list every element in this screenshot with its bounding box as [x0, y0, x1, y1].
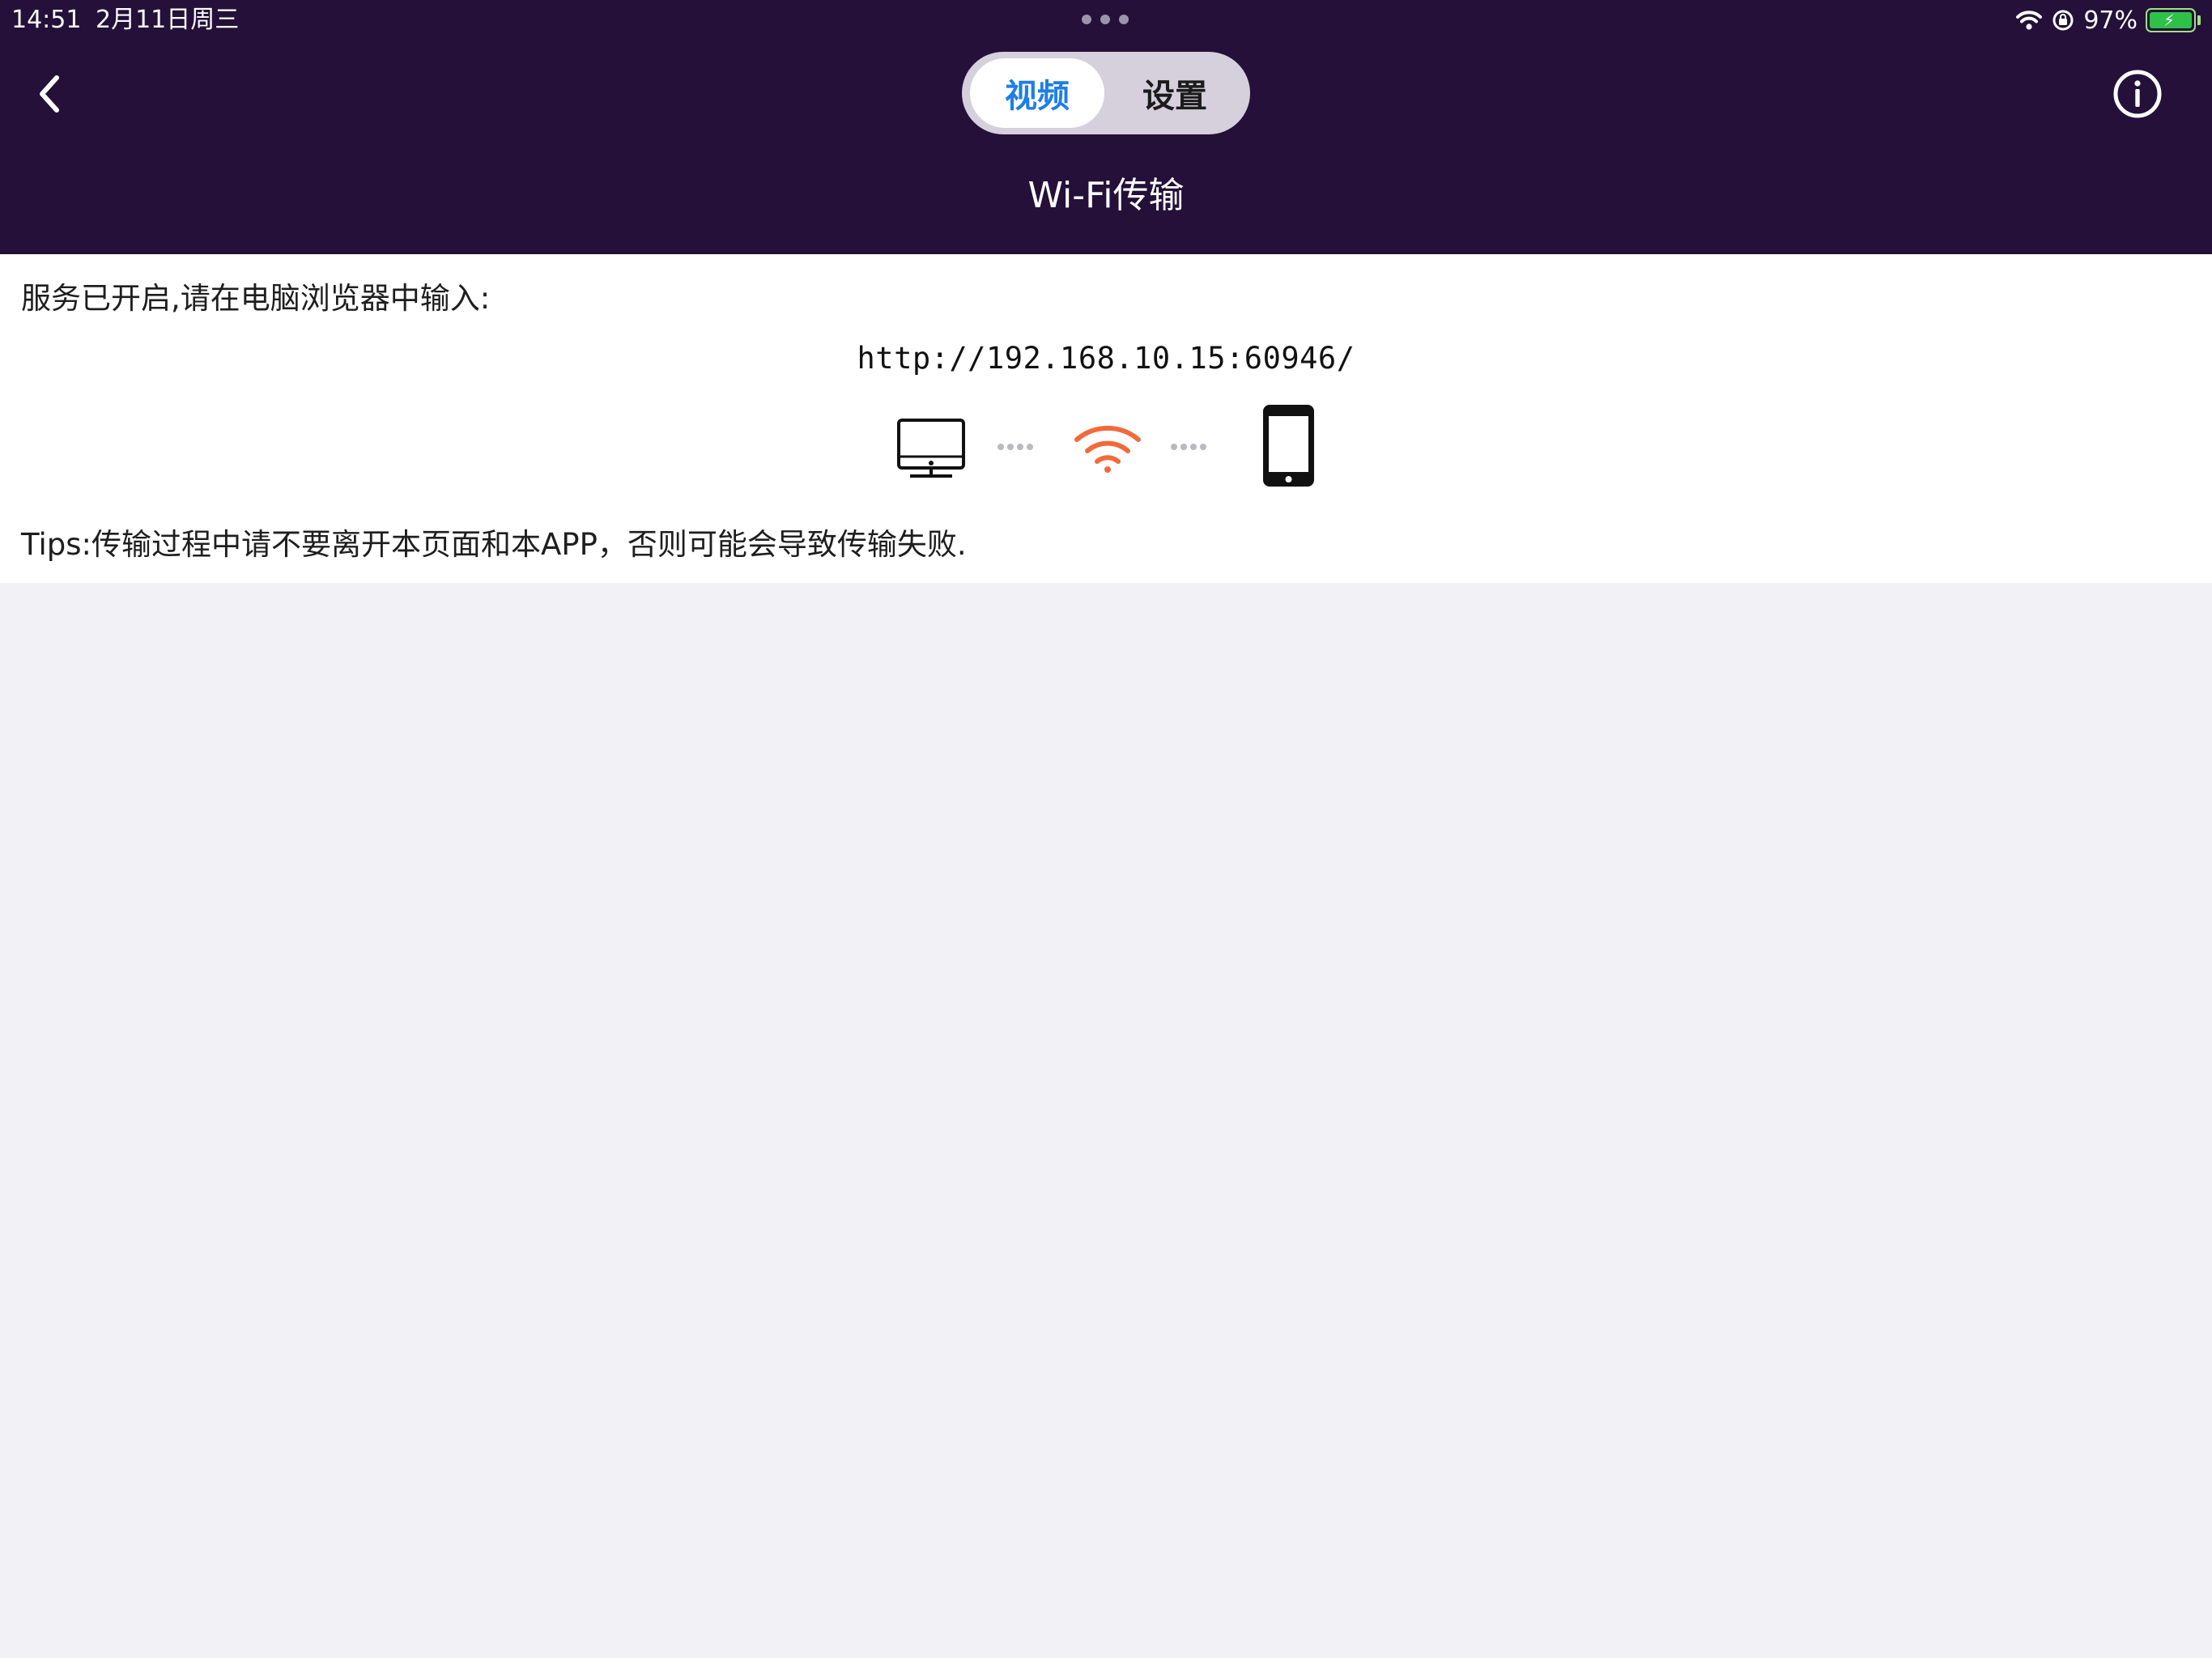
tab-settings[interactable]: 设置: [1108, 58, 1242, 128]
orientation-lock-icon: [2052, 10, 2074, 31]
page-title: Wi-Fi传输: [1027, 175, 1185, 216]
tab-video[interactable]: 视频: [970, 58, 1104, 128]
nav-header: 14:51 2月11日周三 97% ⚡ 视频 设置 Wi-Fi传输: [0, 0, 2212, 254]
computer-icon: [897, 419, 965, 478]
video-settings-segmented-control: 视频 设置: [962, 52, 1250, 134]
left-connector-dots: [998, 444, 1033, 450]
tips-text: Tips:传输过程中请不要离开本页面和本APP，否则可能会导致传输失败.: [21, 527, 967, 562]
info-button[interactable]: [2112, 68, 2163, 120]
info-icon: [2113, 70, 2162, 118]
phone-icon: [1263, 405, 1314, 487]
status-date: 2月11日周三: [96, 6, 240, 34]
multitask-dots-icon[interactable]: [1082, 15, 1129, 24]
battery-cap: [2197, 15, 2201, 25]
wifi-transfer-card: 服务已开启,请在电脑浏览器中输入: http://192.168.10.15:6…: [0, 254, 2212, 583]
back-button[interactable]: [31, 68, 76, 120]
wifi-status-icon: [2016, 11, 2043, 30]
status-time: 14:51: [11, 6, 82, 34]
chevron-left-icon: [40, 75, 59, 113]
status-indicators: 97% ⚡: [2015, 5, 2201, 36]
wifi-icon: [1074, 425, 1141, 473]
battery-icon: ⚡: [2146, 8, 2196, 32]
right-connector-dots: [1171, 444, 1206, 450]
battery-percent: 97%: [2083, 6, 2138, 35]
